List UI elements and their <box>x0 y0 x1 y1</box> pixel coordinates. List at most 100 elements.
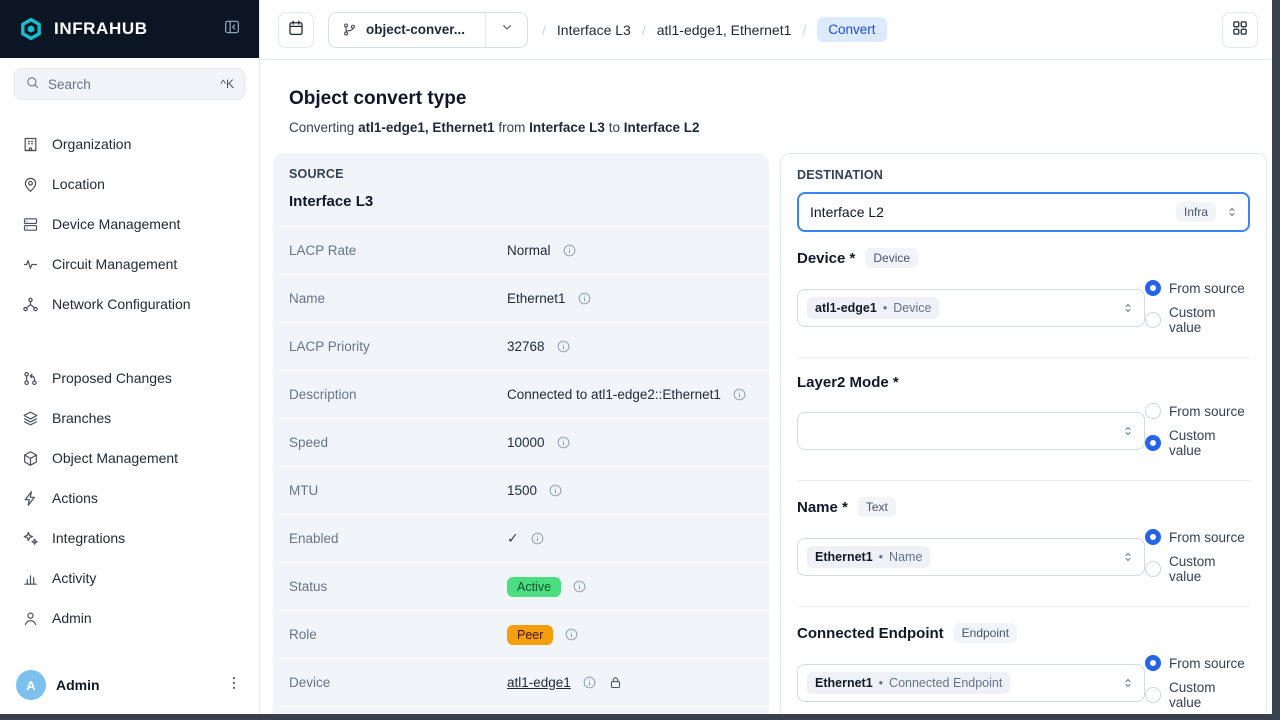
calendar-icon <box>287 19 305 40</box>
info-icon[interactable] <box>572 579 587 594</box>
info-icon[interactable] <box>564 627 579 642</box>
check-icon: ✓ <box>507 530 519 547</box>
apps-button[interactable] <box>1222 12 1258 48</box>
radio-group: From source Custom value <box>1145 529 1250 584</box>
destination-fields: Device *Deviceatl1-edge1•DeviceFrom sour… <box>797 232 1250 720</box>
radio-from-source[interactable]: From source <box>1145 403 1250 419</box>
info-icon[interactable] <box>732 387 747 402</box>
field-label: Device * <box>797 250 855 267</box>
search-input[interactable]: Search ^K <box>14 68 245 100</box>
device-link[interactable]: atl1-edge1 <box>507 675 571 690</box>
main-area: object-conver... / Interface L3 / atl1-edge… <box>260 0 1280 720</box>
attribute-value: Connected to atl1-edge2::Ethernet1 <box>507 387 721 402</box>
radio-from-source[interactable]: From source <box>1145 529 1250 545</box>
sidebar-item-proposed-changes[interactable]: Proposed Changes <box>10 358 249 398</box>
attribute-label: Enabled <box>289 531 507 546</box>
source-row: RolePeer <box>273 611 769 659</box>
source-row: Deviceatl1-edge1 <box>273 659 769 707</box>
sidebar-collapse-icon[interactable] <box>223 18 241 41</box>
branches-icon <box>22 410 39 427</box>
horizontal-scrollbar[interactable] <box>0 714 1280 720</box>
vertical-scrollbar[interactable] <box>1272 0 1280 720</box>
info-icon[interactable] <box>556 339 571 354</box>
sidebar-item-label: Device Management <box>52 216 180 232</box>
sidebar-item-location[interactable]: Location <box>10 164 249 204</box>
brand-name: INFRAHUB <box>54 19 148 39</box>
infrahub-logo-icon <box>18 16 44 42</box>
value-select[interactable]: Ethernet1•Connected Endpoint <box>797 664 1145 702</box>
info-icon[interactable] <box>548 483 563 498</box>
chevron-down-icon <box>499 19 515 40</box>
value-select[interactable]: Ethernet1•Name <box>797 538 1145 576</box>
stepper-icon <box>1121 424 1135 438</box>
brand[interactable]: INFRAHUB <box>18 16 148 42</box>
kind-badge: Endpoint <box>954 623 1017 643</box>
object-management-icon <box>22 450 39 467</box>
time-travel-button[interactable] <box>278 12 314 48</box>
subtitle-text: Converting <box>289 120 354 135</box>
field-label: Connected Endpoint <box>797 625 944 642</box>
destination-field: Connected Endpoint Endpoint Ethernet1•Conn… <box>797 606 1250 720</box>
location-icon <box>22 176 39 193</box>
sidebar-item-integrations[interactable]: Integrations <box>10 518 249 558</box>
info-icon[interactable] <box>577 291 592 306</box>
field-label: Name * <box>797 499 848 516</box>
value-select[interactable]: atl1-edge1•Device <box>797 289 1145 327</box>
radio-custom-value[interactable]: Custom value <box>1145 305 1250 335</box>
info-icon[interactable] <box>582 675 597 690</box>
sidebar-group: Proposed Changes Branches Object Managemen… <box>10 358 249 638</box>
breadcrumb-separator: / <box>542 22 546 38</box>
kind-badge: Device <box>865 248 918 268</box>
kebab-menu-icon[interactable] <box>225 674 243 697</box>
branch-icon <box>342 22 357 37</box>
source-panel-head: SOURCE Interface L3 <box>273 153 769 227</box>
user-name: Admin <box>56 677 100 693</box>
branch-selector-caret[interactable] <box>485 13 527 47</box>
sidebar-item-organization[interactable]: Organization <box>10 124 249 164</box>
info-icon[interactable] <box>562 243 577 258</box>
radio-custom-value[interactable]: Custom value <box>1145 554 1250 584</box>
branch-selector[interactable]: object-conver... <box>328 12 528 48</box>
attribute-value: Normal <box>507 243 551 258</box>
radio-label: From source <box>1169 530 1245 545</box>
sidebar-item-label: Object Management <box>52 450 178 466</box>
user-menu[interactable]: A Admin <box>0 654 259 720</box>
info-icon[interactable] <box>556 435 571 450</box>
page-head: Object convert type Converting atl1-edge… <box>273 60 1267 153</box>
sidebar-item-label: Branches <box>52 410 111 426</box>
radio-custom-value[interactable]: Custom value <box>1145 428 1250 458</box>
sidebar-item-branches[interactable]: Branches <box>10 398 249 438</box>
breadcrumb-separator: / <box>802 22 806 38</box>
destination-field: Layer2 Mode *From sourceCustom value <box>797 357 1250 480</box>
panels-row: SOURCE Interface L3 LACP RateNormalNameE… <box>273 153 1267 720</box>
destination-kind-select[interactable]: Interface L2 Infra <box>797 192 1250 232</box>
attribute-label: Device <box>289 675 507 690</box>
breadcrumb-active[interactable]: Convert <box>817 17 886 42</box>
breadcrumb-item[interactable]: atl1-edge1, Ethernet1 <box>657 22 792 38</box>
sidebar-item-admin[interactable]: Admin <box>10 598 249 638</box>
radio-from-source[interactable]: From source <box>1145 655 1250 671</box>
attribute-value: 32768 <box>507 339 545 354</box>
sidebar-item-circuit-management[interactable]: Circuit Management <box>10 244 249 284</box>
stepper-icon <box>1121 301 1135 315</box>
info-icon[interactable] <box>530 531 545 546</box>
breadcrumb-item[interactable]: Interface L3 <box>557 22 631 38</box>
sidebar-item-label: Integrations <box>52 530 125 546</box>
value-select[interactable] <box>797 412 1145 450</box>
sidebar-nav: OrganizationLocation Device Management Cir… <box>0 124 259 638</box>
stepper-icon <box>1121 550 1135 564</box>
radio-label: From source <box>1169 656 1245 671</box>
radio-custom-value[interactable]: Custom value <box>1145 680 1250 710</box>
sidebar-item-object-management[interactable]: Object Management <box>10 438 249 478</box>
sidebar-item-activity[interactable]: Activity <box>10 558 249 598</box>
sidebar-item-actions[interactable]: Actions <box>10 478 249 518</box>
radio-label: Custom value <box>1169 680 1250 710</box>
avatar: A <box>16 670 46 700</box>
attribute-label: MTU <box>289 483 507 498</box>
sidebar-item-network-configuration[interactable]: Network Configuration <box>10 284 249 324</box>
radio-from-source[interactable]: From source <box>1145 280 1250 296</box>
sidebar-item-label: Activity <box>52 570 96 586</box>
sidebar-item-device-management[interactable]: Device Management <box>10 204 249 244</box>
branch-name: object-conver... <box>366 22 465 37</box>
search-shortcut: ^K <box>220 77 234 91</box>
